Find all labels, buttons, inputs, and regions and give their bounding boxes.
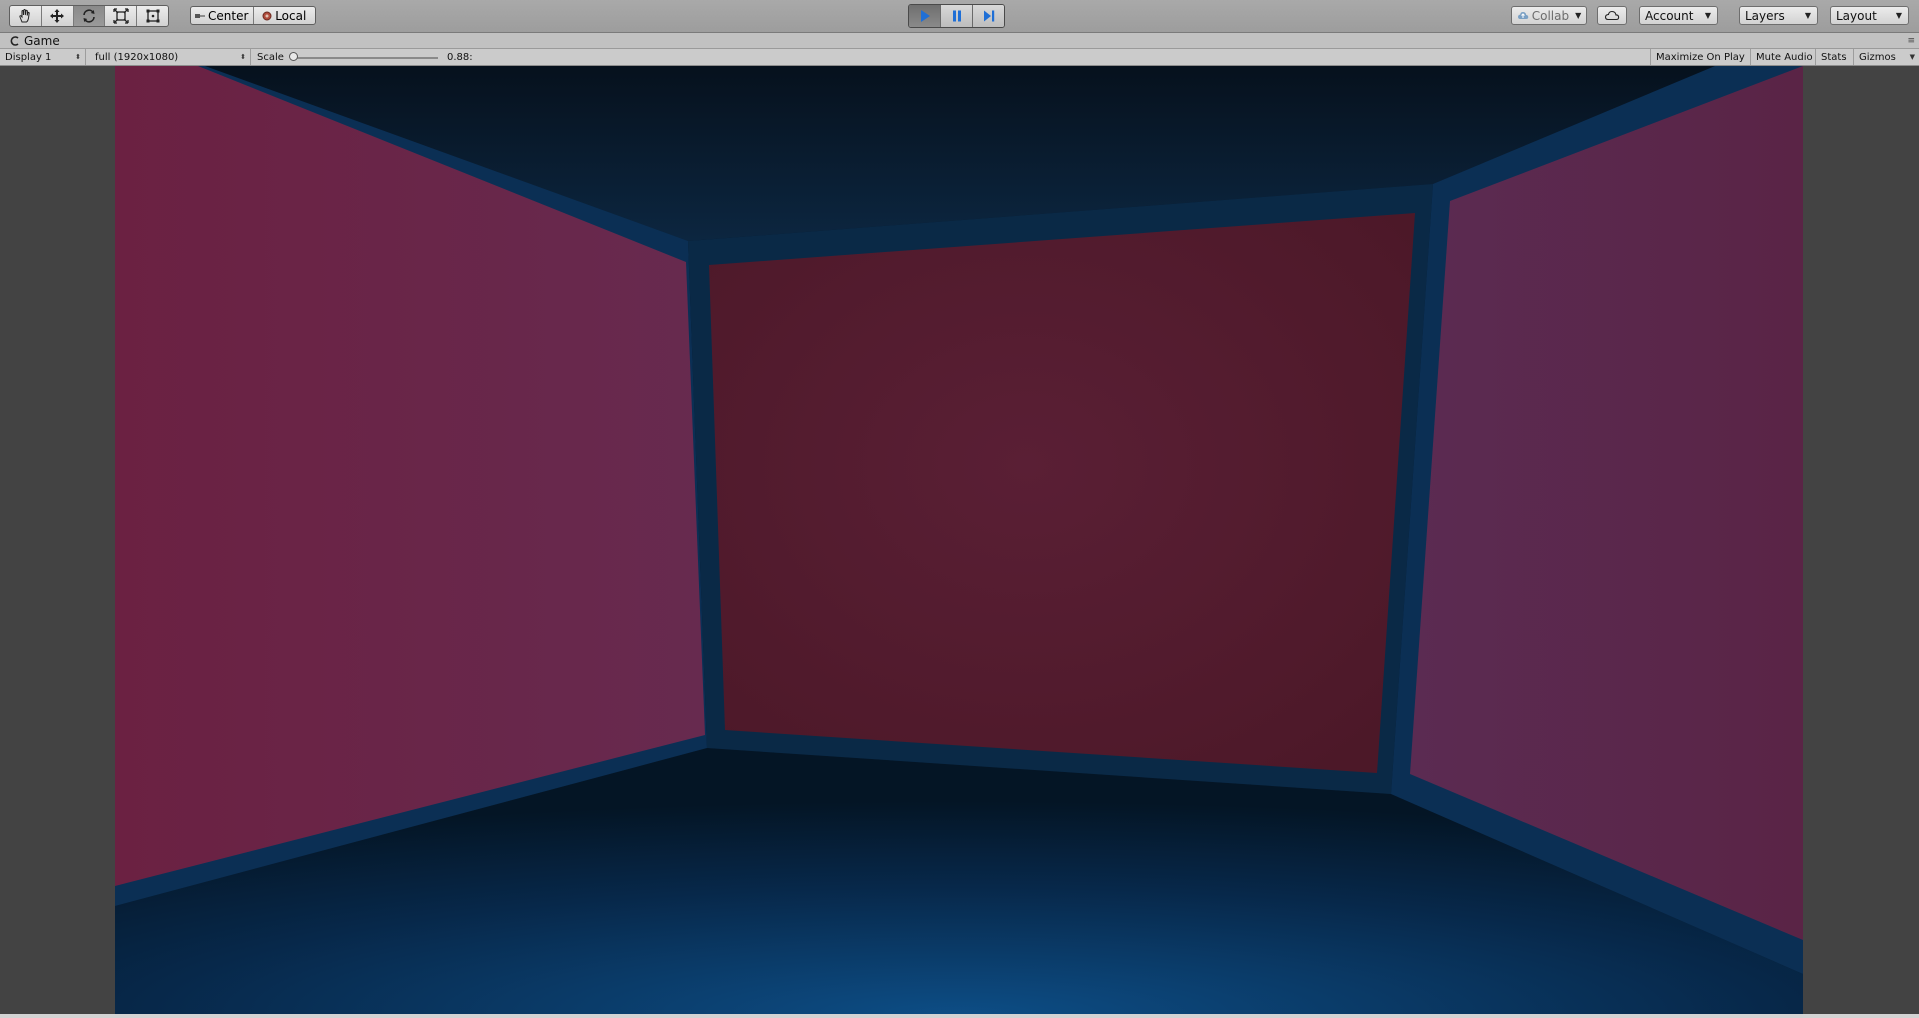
cloud-services-button[interactable] bbox=[1597, 6, 1627, 25]
display-dropdown[interactable]: Display 1 ⬍ bbox=[0, 49, 86, 65]
step-icon bbox=[983, 10, 994, 22]
local-space-icon bbox=[262, 11, 272, 20]
resolution-dropdown[interactable]: full (1920x1080) ⬍ bbox=[90, 49, 251, 65]
play-button[interactable] bbox=[909, 5, 941, 27]
play-icon bbox=[920, 10, 930, 22]
bottom-border bbox=[0, 1014, 1919, 1018]
scale-value-label: 0.88: bbox=[447, 51, 473, 63]
hand-tool-button[interactable] bbox=[10, 6, 42, 26]
pivot-space-button[interactable]: Local bbox=[254, 7, 316, 24]
account-dropdown[interactable]: Account ▼ bbox=[1639, 6, 1718, 25]
pivot-mode-label: Center bbox=[208, 8, 249, 23]
layout-dropdown[interactable]: Layout ▼ bbox=[1830, 6, 1909, 25]
scale-icon bbox=[113, 8, 129, 24]
back-wall-panel bbox=[709, 213, 1415, 773]
chevron-updown-icon: ⬍ bbox=[75, 53, 81, 61]
rotate-tool-button[interactable] bbox=[73, 6, 106, 26]
gizmos-label: Gizmos bbox=[1859, 51, 1896, 63]
tab-menu-icon[interactable]: ≡ bbox=[1907, 36, 1915, 46]
collab-label: Collab bbox=[1531, 8, 1570, 23]
mute-audio-label: Mute Audio bbox=[1756, 51, 1813, 63]
chevron-down-icon: ▼ bbox=[1895, 10, 1902, 20]
resolution-label: full (1920x1080) bbox=[95, 51, 179, 63]
display-label: Display 1 bbox=[5, 51, 52, 63]
playback-controls bbox=[908, 4, 1005, 28]
maximize-on-play-label: Maximize On Play bbox=[1656, 51, 1745, 63]
move-icon bbox=[50, 9, 65, 23]
room-scene bbox=[115, 66, 1803, 1015]
cloud-icon bbox=[1604, 10, 1620, 21]
pivot-mode-button[interactable]: Center bbox=[191, 7, 254, 24]
main-toolbar: Center Local Collab ▼ Account ▼ Layers ▼… bbox=[0, 0, 1919, 33]
rect-transform-icon bbox=[146, 9, 160, 23]
collab-dropdown[interactable]: Collab ▼ bbox=[1511, 6, 1587, 25]
layers-dropdown[interactable]: Layers ▼ bbox=[1739, 6, 1818, 25]
rect-tool-button[interactable] bbox=[137, 6, 168, 26]
game-render-view[interactable] bbox=[115, 66, 1803, 1015]
tab-game[interactable]: Game bbox=[4, 33, 66, 49]
stats-toggle[interactable]: Stats bbox=[1816, 49, 1854, 65]
game-tab-bar: Game ≡ bbox=[0, 33, 1919, 49]
game-controller-icon bbox=[10, 36, 19, 46]
scale-value: 0.88: bbox=[442, 49, 478, 65]
chevron-down-icon: ▼ bbox=[1804, 10, 1811, 20]
chevron-down-icon: ▼ bbox=[1575, 10, 1582, 20]
layers-label: Layers bbox=[1745, 8, 1785, 23]
pause-button[interactable] bbox=[941, 5, 973, 27]
game-view-toolbar: Display 1 ⬍ full (1920x1080) ⬍ Scale 0.8… bbox=[0, 49, 1919, 66]
tab-game-label: Game bbox=[24, 34, 60, 48]
account-label: Account bbox=[1645, 8, 1694, 23]
stats-label: Stats bbox=[1821, 51, 1847, 63]
step-button[interactable] bbox=[973, 5, 1004, 27]
mute-audio-toggle[interactable]: Mute Audio bbox=[1751, 49, 1816, 65]
move-tool-button[interactable] bbox=[42, 6, 74, 26]
collab-cloud-icon bbox=[1517, 12, 1528, 19]
scale-label: Scale bbox=[257, 51, 284, 63]
scale-tool-button[interactable] bbox=[105, 6, 138, 26]
chevron-updown-icon: ⬍ bbox=[240, 53, 246, 61]
rotate-icon bbox=[83, 9, 95, 23]
chevron-down-icon: ▼ bbox=[1704, 10, 1711, 20]
pivot-toggles: Center Local bbox=[190, 6, 316, 25]
pivot-center-icon bbox=[195, 13, 206, 18]
scale-slider-thumb[interactable] bbox=[289, 52, 298, 61]
scale-slider-track[interactable] bbox=[292, 57, 438, 59]
chevron-down-icon: ▼ bbox=[1909, 53, 1915, 61]
layout-label: Layout bbox=[1836, 8, 1877, 23]
pivot-space-label: Local bbox=[275, 8, 307, 23]
maximize-on-play-toggle[interactable]: Maximize On Play bbox=[1650, 49, 1751, 65]
gizmos-dropdown[interactable]: Gizmos ▼ bbox=[1854, 49, 1919, 65]
transform-tools bbox=[9, 5, 169, 27]
pause-icon bbox=[952, 10, 961, 22]
hand-icon bbox=[19, 9, 31, 23]
